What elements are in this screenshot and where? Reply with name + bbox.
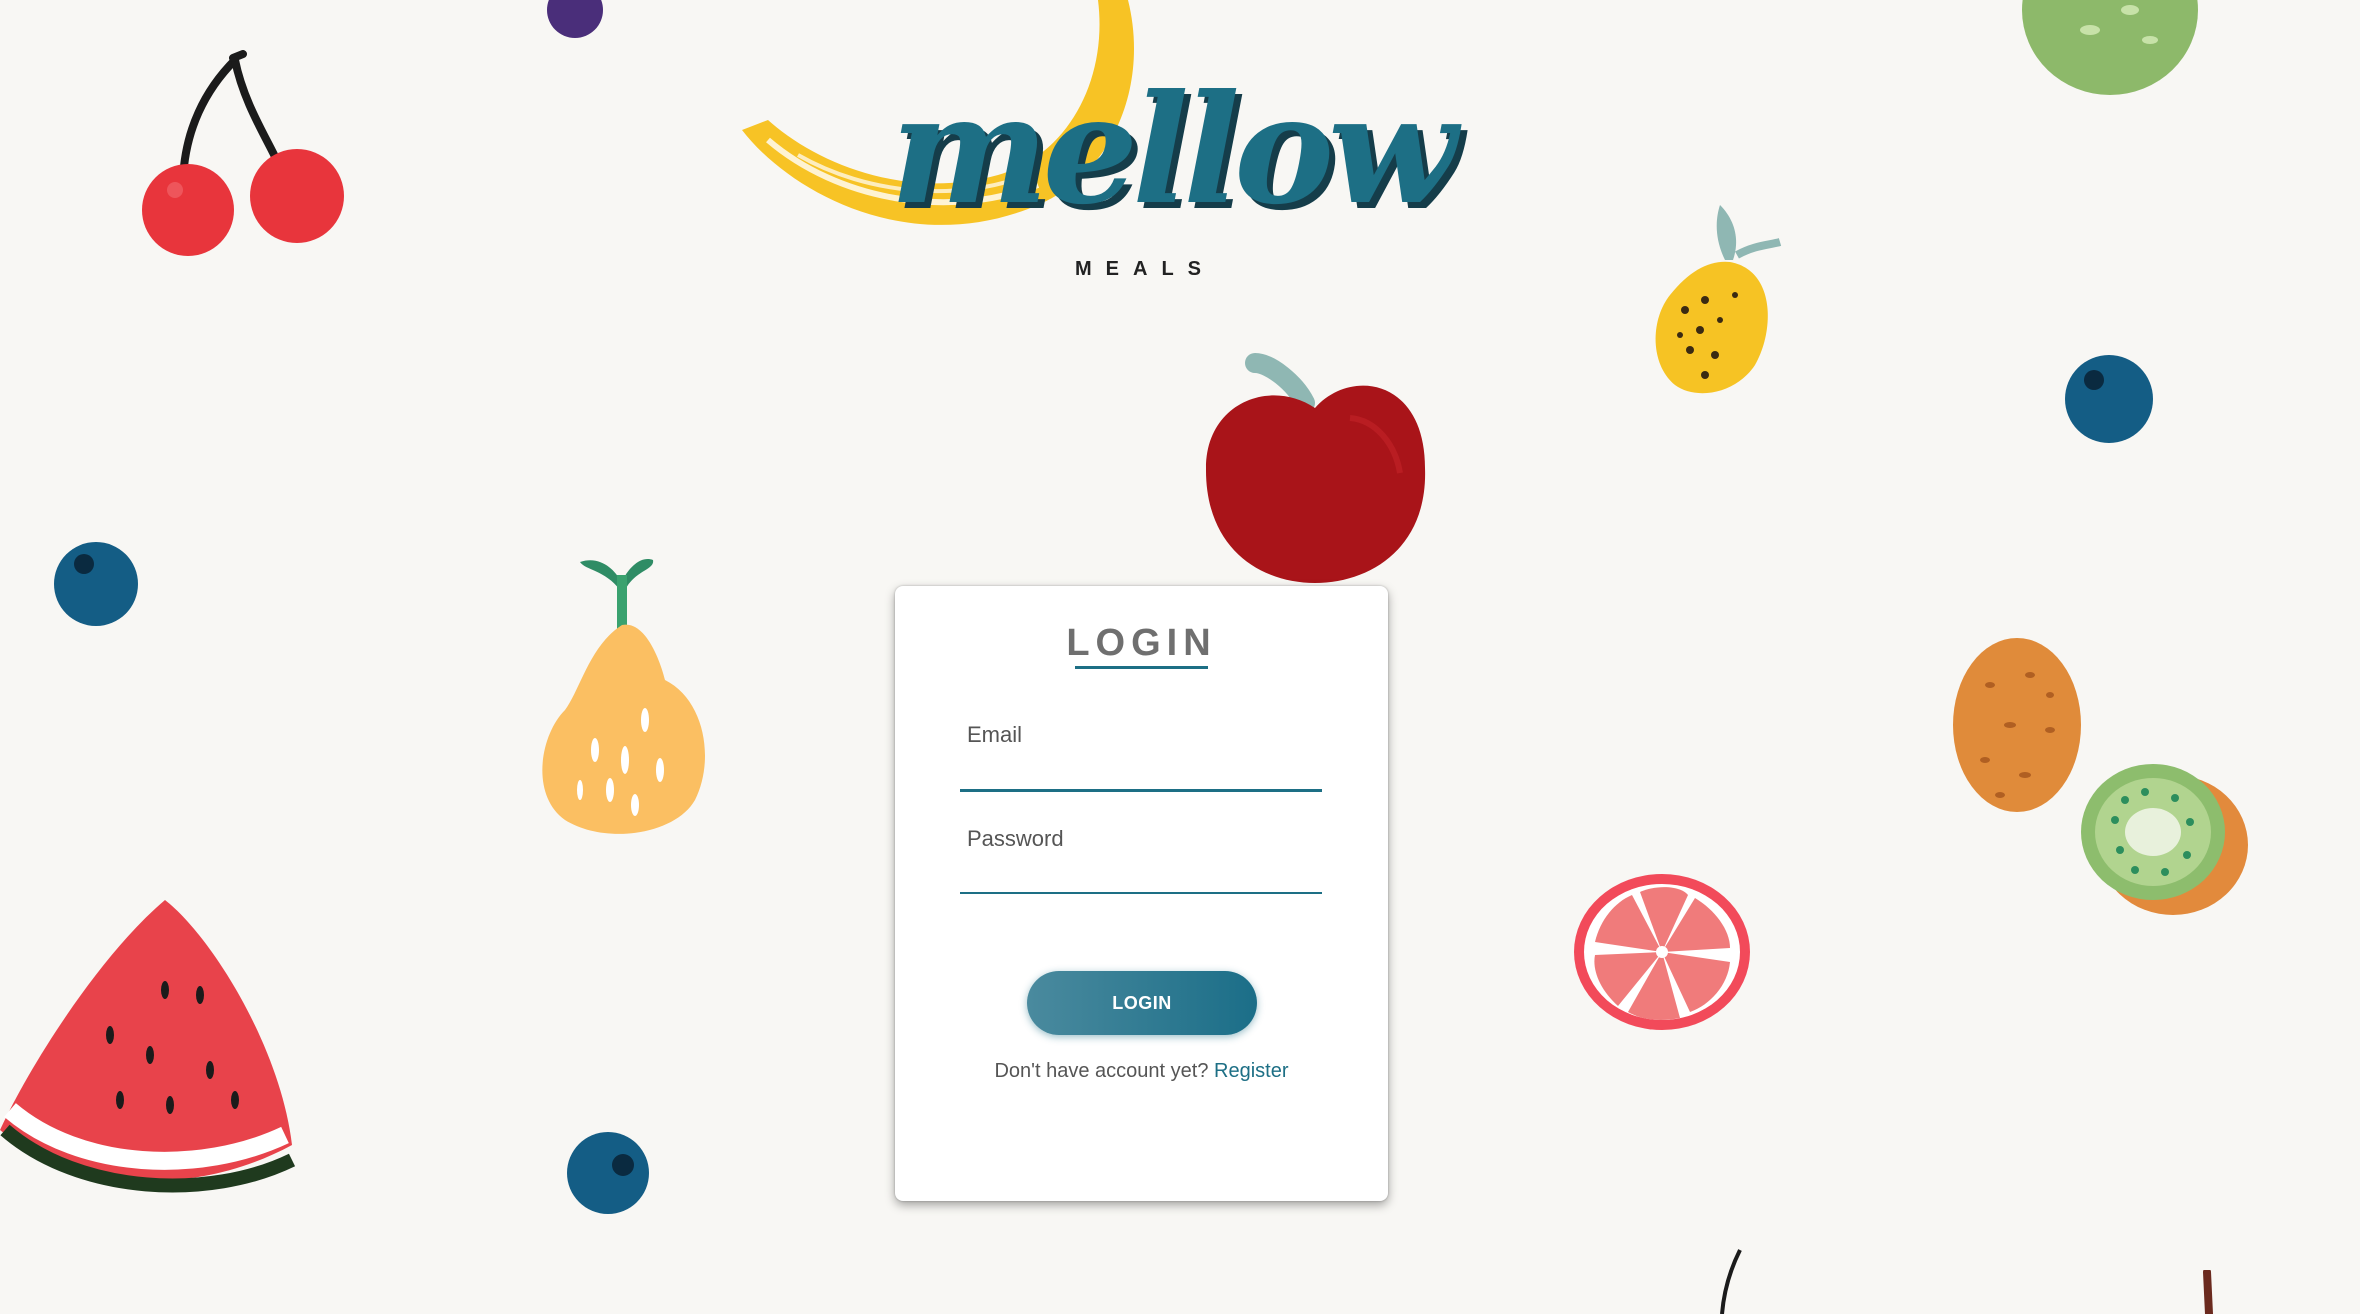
pear-icon	[542, 559, 705, 834]
login-page: mellow MEALS LOGIN Email Password LOGIN …	[0, 0, 2360, 1314]
grapefruit-icon	[1574, 874, 1750, 1030]
brand-logo-subtitle: MEALS	[1075, 258, 1215, 280]
blueberry-icon	[54, 542, 138, 626]
cherry-stem-icon	[2203, 1270, 2213, 1314]
watermelon-icon	[0, 900, 296, 1193]
brand-logo-wordmark: mellow	[890, 62, 1457, 238]
lemon-icon	[1655, 205, 1782, 394]
password-underline	[960, 892, 1322, 894]
lime-icon	[2022, 0, 2198, 95]
cherry-icon	[142, 50, 344, 256]
email-label: Email	[967, 722, 1023, 747]
blueberry-icon	[2065, 355, 2153, 443]
login-button[interactable]: LOGIN	[1027, 971, 1257, 1035]
blueberry-icon	[567, 1132, 649, 1214]
apple-icon	[1205, 353, 1426, 583]
potato-icon	[1953, 638, 2081, 812]
email-underline	[960, 789, 1322, 792]
login-card: LOGIN Email Password LOGIN Don't have ac…	[895, 586, 1388, 1201]
register-link[interactable]: Register	[1214, 1060, 1288, 1082]
password-label: Password	[967, 826, 1064, 851]
brand-logo: mellow MEALS	[720, 0, 1457, 290]
cherry-stem-icon	[1720, 1249, 1742, 1314]
register-prompt-text: Don't have account yet?	[994, 1060, 1209, 1082]
title-underline	[1075, 666, 1208, 669]
blueberry-icon	[547, 0, 603, 38]
login-title: LOGIN	[1066, 622, 1217, 664]
kiwi-icon	[2081, 764, 2248, 915]
register-prompt-line: Don't have account yet? Register	[895, 1060, 1388, 1083]
email-field[interactable]	[960, 754, 1322, 784]
password-field[interactable]	[960, 856, 1322, 886]
